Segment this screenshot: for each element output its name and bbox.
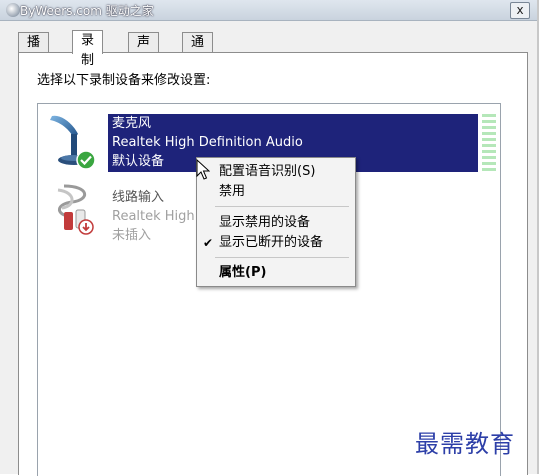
menu-item-show-disabled-devices[interactable]: 显示禁用的设备: [197, 214, 355, 232]
tab-sounds[interactable]: 声音: [128, 32, 160, 70]
title-bar[interactable]: ByWeers.com 驱动之家 x: [0, 0, 537, 21]
menu-item-properties[interactable]: 属性(P): [197, 264, 355, 282]
mouse-cursor-icon: [196, 159, 210, 180]
checkmark-icon: ✔: [203, 236, 214, 250]
default-check-icon: [76, 150, 96, 170]
sound-dialog: ByWeers.com 驱动之家 x 播放 录制 声音 通信 选择以下录制设备来…: [0, 0, 539, 476]
instruction-text: 选择以下录制设备来修改设置:: [37, 73, 211, 88]
menu-item-show-disconnected-devices[interactable]: ✔ 显示已断开的设备: [197, 234, 355, 252]
device-text: 线路输入 Realtek High 未插入: [112, 188, 195, 245]
menu-item-disable[interactable]: 禁用: [197, 183, 355, 201]
device-driver: Realtek High Definition Audio: [112, 135, 303, 150]
window-title: ByWeers.com 驱动之家: [20, 4, 154, 18]
menu-item-configure-speech-recognition[interactable]: 配置语音识别(S): [197, 163, 355, 181]
device-name: 线路输入: [112, 190, 165, 205]
device-status: 未插入: [112, 228, 152, 243]
speaker-icon: [6, 3, 20, 17]
level-meter: [482, 114, 496, 172]
device-name: 麦克风: [112, 116, 152, 131]
unplugged-arrow-icon: [78, 219, 94, 235]
watermark-text: 最需教育: [415, 430, 515, 458]
tab-communications[interactable]: 通信: [182, 32, 214, 70]
menu-separator: [215, 257, 349, 258]
tab-playback[interactable]: 播放: [18, 32, 50, 70]
close-button[interactable]: x: [510, 2, 530, 19]
context-menu: 配置语音识别(S) 禁用 显示禁用的设备 ✔ 显示已断开的设备 属性(P): [196, 157, 356, 287]
device-driver: Realtek High: [112, 209, 195, 224]
menu-separator: [215, 206, 349, 207]
tab-recording[interactable]: 录制: [72, 30, 104, 68]
